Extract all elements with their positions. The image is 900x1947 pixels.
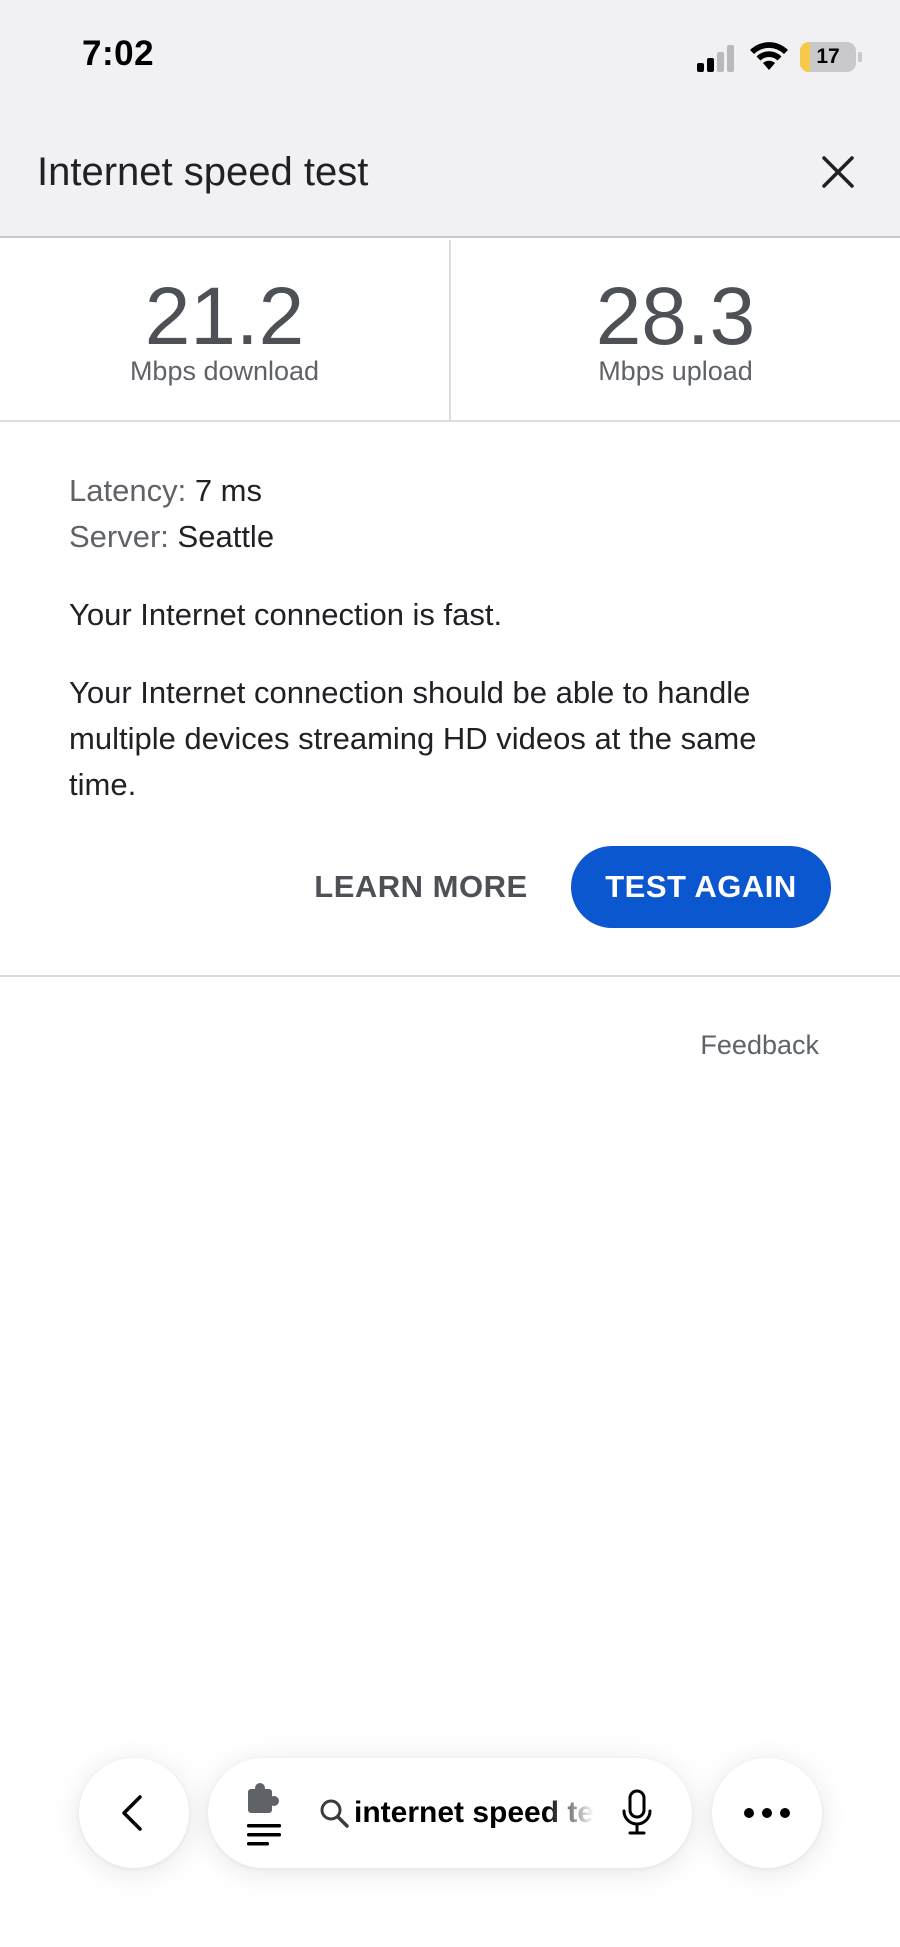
search-icon xyxy=(320,1799,349,1828)
chevron-left-icon xyxy=(122,1795,142,1831)
puzzle-icon[interactable] xyxy=(244,1783,284,1819)
connection-details: Latency: 7 ms Server: Seattle xyxy=(69,468,849,560)
status-time: 7:02 xyxy=(82,34,155,73)
download-value: 21.2 xyxy=(144,271,305,362)
more-button[interactable] xyxy=(712,1758,822,1868)
cellular-signal-icon xyxy=(697,42,737,72)
battery-icon: 17 xyxy=(800,42,856,72)
back-button[interactable] xyxy=(79,1758,189,1868)
speed-description: Your Internet connection should be able … xyxy=(69,675,757,802)
feedback-link[interactable]: Feedback xyxy=(700,1030,819,1061)
download-result: 21.2 Mbps download xyxy=(0,240,449,420)
server-label: Server: xyxy=(69,519,169,554)
text-lines-icon[interactable] xyxy=(244,1822,284,1848)
address-bar[interactable]: internet speed test xyxy=(208,1758,692,1868)
more-dots-icon xyxy=(744,1808,790,1818)
upload-unit: Mbps upload xyxy=(598,356,753,386)
latency-label: Latency: xyxy=(69,473,187,508)
latency-value: 7 ms xyxy=(194,473,263,508)
wifi-icon xyxy=(750,42,788,70)
upload-value: 28.3 xyxy=(595,271,756,362)
microphone-icon[interactable] xyxy=(620,1789,654,1837)
server-value: Seattle xyxy=(177,519,275,554)
learn-more-button[interactable]: LEARN MORE xyxy=(296,846,546,928)
section-divider xyxy=(0,975,900,977)
battery-level: 17 xyxy=(816,45,840,68)
battery-tip xyxy=(858,52,862,62)
speed-verdict: Your Internet connection is fast. xyxy=(69,597,503,632)
speed-results: 21.2 Mbps download 28.3 Mbps upload xyxy=(0,240,900,422)
page-title: Internet speed test xyxy=(37,150,369,194)
upload-result: 28.3 Mbps upload xyxy=(451,240,900,420)
server-line: Server: Seattle xyxy=(69,514,849,560)
close-icon[interactable] xyxy=(812,146,864,198)
header-area: 7:02 17 Internet speed test xyxy=(0,0,900,238)
speed-test-page: 7:02 17 Internet speed test 21.2 Mbps do… xyxy=(0,0,900,1947)
latency-line: Latency: 7 ms xyxy=(69,468,849,514)
search-query[interactable]: internet speed test xyxy=(354,1758,594,1868)
download-unit: Mbps download xyxy=(129,356,320,386)
test-again-button[interactable]: TEST AGAIN xyxy=(571,846,831,928)
